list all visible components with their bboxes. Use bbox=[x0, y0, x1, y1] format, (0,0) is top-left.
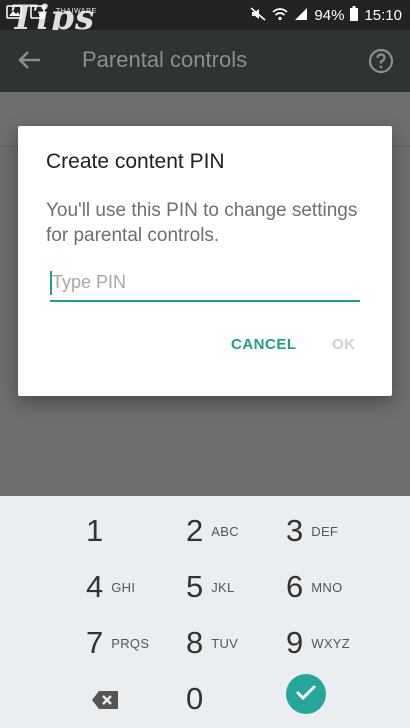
key-digit: 2 bbox=[186, 513, 204, 548]
dialog-message: You'll use this PIN to change settings f… bbox=[46, 200, 358, 246]
key-8[interactable]: 8 TUV bbox=[186, 618, 286, 668]
key-digit: 6 bbox=[286, 569, 304, 604]
key-digit: 0 bbox=[186, 681, 204, 716]
ok-button[interactable]: OK bbox=[332, 336, 356, 353]
key-digit: 5 bbox=[186, 569, 204, 604]
key-letters: PRQS bbox=[111, 635, 150, 651]
key-2[interactable]: 2 ABC bbox=[186, 506, 286, 556]
key-digit: 9 bbox=[286, 625, 304, 660]
key-letters: TUV bbox=[211, 635, 239, 651]
key-letters: ABC bbox=[211, 523, 239, 539]
key-digit: 7 bbox=[86, 625, 104, 660]
wifi-icon bbox=[272, 7, 288, 25]
arrow-back-icon[interactable] bbox=[16, 46, 44, 79]
done-button[interactable] bbox=[286, 674, 326, 714]
page-title: Parental controls bbox=[82, 47, 248, 72]
mute-icon bbox=[250, 6, 266, 25]
key-digit: 4 bbox=[86, 569, 104, 604]
check-icon bbox=[295, 683, 317, 706]
cancel-button[interactable]: CANCEL bbox=[231, 336, 297, 353]
app-bar: Parental controls bbox=[0, 30, 410, 92]
key-letters: MNO bbox=[311, 579, 343, 595]
key-4[interactable]: 4 GHI bbox=[86, 562, 186, 612]
key-0[interactable]: 0 bbox=[186, 674, 286, 724]
help-circle-icon[interactable] bbox=[368, 48, 394, 79]
pin-field[interactable] bbox=[50, 266, 360, 302]
battery-percent: 94% bbox=[314, 7, 345, 24]
numeric-keypad: 1 2 ABC 3 DEF 4 GHI 5 JKL 6 MNO 7 PRQS 8… bbox=[0, 496, 410, 728]
key-7[interactable]: 7 PRQS bbox=[86, 618, 186, 668]
clock: 15:10 bbox=[364, 7, 402, 24]
key-letters: WXYZ bbox=[311, 635, 351, 651]
key-digit: 8 bbox=[186, 625, 204, 660]
key-3[interactable]: 3 DEF bbox=[286, 506, 386, 556]
status-bar: Tips THAIWARE 94% 15:10 bbox=[0, 0, 410, 38]
key-letters: GHI bbox=[111, 579, 136, 595]
system-indicators: 94% 15:10 bbox=[250, 6, 402, 25]
pin-input[interactable] bbox=[52, 266, 352, 298]
key-6[interactable]: 6 MNO bbox=[286, 562, 386, 612]
watermark-subtitle: THAIWARE bbox=[56, 8, 97, 15]
key-digit: 3 bbox=[286, 513, 304, 548]
key-letters: DEF bbox=[311, 523, 339, 539]
dialog-title: Create content PIN bbox=[46, 150, 225, 173]
key-digit: 1 bbox=[86, 513, 104, 548]
battery-icon bbox=[350, 6, 359, 25]
backspace-icon[interactable] bbox=[91, 690, 119, 715]
create-pin-dialog: Create content PIN You'll use this PIN t… bbox=[18, 126, 392, 396]
key-letters: JKL bbox=[211, 579, 235, 595]
key-5[interactable]: 5 JKL bbox=[186, 562, 286, 612]
signal-icon bbox=[294, 7, 308, 25]
key-9[interactable]: 9 WXYZ bbox=[286, 618, 386, 668]
key-1[interactable]: 1 bbox=[86, 506, 186, 556]
